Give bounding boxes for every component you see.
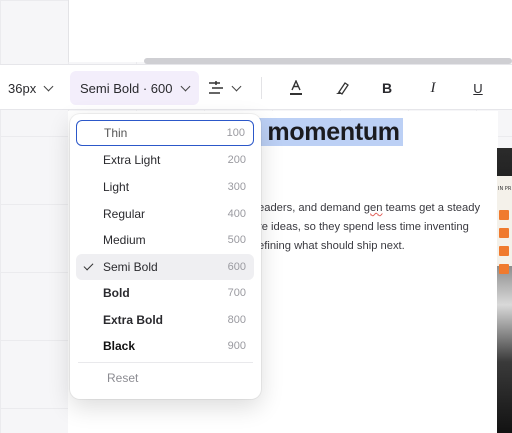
weight-option-regular[interactable]: Regular 400 bbox=[76, 201, 254, 227]
option-value: 700 bbox=[227, 287, 246, 299]
body-line: re ideas, so they spend less time invent… bbox=[258, 221, 469, 233]
chevron-down-icon bbox=[231, 81, 242, 91]
option-value: 100 bbox=[226, 127, 245, 139]
underline-button[interactable]: U bbox=[467, 65, 489, 111]
weight-option-extra-bold[interactable]: Extra Bold 800 bbox=[76, 307, 254, 333]
highlight-button[interactable] bbox=[331, 65, 353, 111]
italic-button[interactable]: I bbox=[422, 65, 444, 111]
option-label: Light bbox=[103, 180, 130, 194]
highlight-icon bbox=[336, 82, 349, 95]
font-size-value: 36px bbox=[8, 80, 37, 96]
option-value: 900 bbox=[227, 340, 246, 352]
chevron-down-icon bbox=[180, 81, 190, 91]
font-weight-value: Semi Bold · 600 bbox=[80, 80, 173, 96]
sticky-note bbox=[499, 228, 509, 238]
option-label: Extra Light bbox=[103, 153, 161, 167]
option-label: Medium bbox=[103, 233, 146, 247]
body-line: eaders, and demand gen teams get a stead… bbox=[258, 202, 481, 214]
photo-image: IN PR bbox=[497, 148, 512, 433]
sticky-note bbox=[499, 210, 509, 220]
option-value: 600 bbox=[227, 261, 246, 273]
weight-option-extra-light[interactable]: Extra Light 200 bbox=[76, 147, 254, 173]
text-color-icon bbox=[290, 80, 302, 95]
weight-option-semi-bold[interactable]: Semi Bold 600 bbox=[76, 254, 254, 280]
body-line: efining what should ship next. bbox=[258, 240, 405, 252]
option-label: Bold bbox=[103, 286, 130, 300]
reset-button[interactable]: Reset bbox=[107, 371, 138, 385]
option-value: 500 bbox=[227, 234, 246, 246]
option-label: Extra Bold bbox=[103, 313, 164, 327]
option-value: 400 bbox=[227, 208, 246, 220]
bold-button[interactable]: B bbox=[376, 65, 398, 111]
option-label: Black bbox=[103, 339, 136, 353]
option-value: 800 bbox=[227, 314, 246, 326]
option-label: Thin bbox=[104, 126, 128, 140]
weight-option-black[interactable]: Black 900 bbox=[76, 333, 254, 359]
chevron-down-icon bbox=[43, 81, 54, 91]
weight-option-medium[interactable]: Medium 500 bbox=[76, 227, 254, 253]
font-weight-select[interactable]: Semi Bold · 600 bbox=[70, 71, 199, 105]
align-icon bbox=[209, 81, 223, 94]
option-label: Regular bbox=[103, 207, 146, 221]
menu-divider bbox=[78, 362, 253, 363]
sticky-note bbox=[499, 264, 509, 274]
font-size-select[interactable]: 36px bbox=[8, 65, 54, 111]
option-value: 300 bbox=[227, 181, 246, 193]
text-formatting-toolbar: 36px Semi Bold · 600 B I U bbox=[0, 64, 512, 110]
text-align-button[interactable] bbox=[208, 65, 248, 111]
misspelled-word[interactable]: gen bbox=[364, 202, 383, 214]
option-label: Semi Bold bbox=[103, 260, 158, 274]
checkmark-icon bbox=[83, 260, 94, 271]
body-paragraph[interactable]: eaders, and demand gen teams get a stead… bbox=[258, 199, 498, 256]
option-value: 200 bbox=[227, 154, 246, 166]
sticky-note bbox=[499, 246, 509, 256]
font-weight-menu: Thin 100 Extra Light 200 Light 300 Regul… bbox=[70, 114, 261, 399]
photo-caption: IN PR bbox=[498, 186, 512, 192]
upper-page-frame bbox=[68, 0, 512, 62]
weight-option-bold[interactable]: Bold 700 bbox=[76, 280, 254, 306]
text-color-button[interactable] bbox=[285, 65, 307, 111]
weight-option-thin[interactable]: Thin 100 bbox=[76, 120, 254, 146]
weight-option-light[interactable]: Light 300 bbox=[76, 174, 254, 200]
toolbar-divider bbox=[261, 77, 262, 99]
